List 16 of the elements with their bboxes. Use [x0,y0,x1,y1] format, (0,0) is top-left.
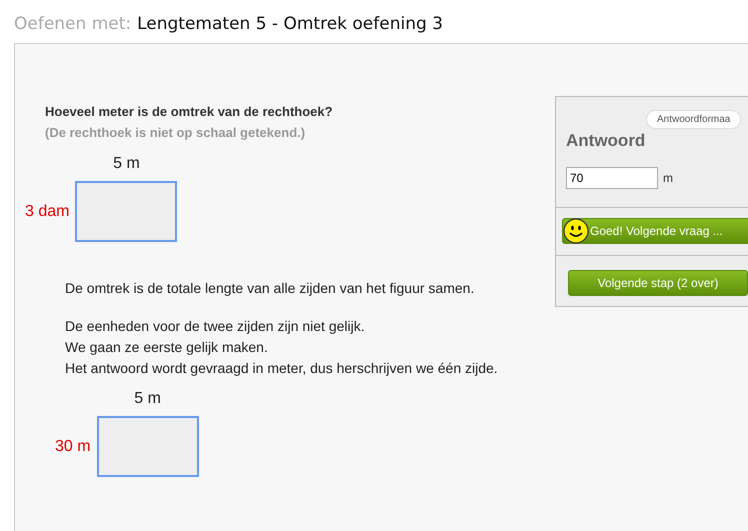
exercise-title: Lengtematen 5 - Omtrek oefening 3 [137,14,443,36]
explanation-line: De eenheden voor de twee zijden zijn niet gelijk. [65,318,366,334]
height-label: 3 dam [25,202,70,220]
question-note: (De rechthoek is niet op schaal getekend.) [45,125,306,140]
answer-title: Antwoord [566,131,646,151]
explanation-line: De omtrek is de totale lengte van alle zijden van het figuur samen. [65,280,476,296]
header-prefix: Oefenen met: [14,14,132,36]
unit-label: m [663,171,673,185]
height-label: 30 m [55,438,91,456]
explanation-line: We gaan ze eerste gelijk maken. [65,339,269,355]
question-text: Hoeveel meter is de omtrek van de rechthoek? [45,104,334,119]
answer-input[interactable]: 70 [566,167,658,189]
width-label: 5 m [134,390,161,408]
explanation-line: Het antwoord wordt gevraagd in meter, dus herschrijven we één zijde. [65,360,499,376]
answer-format-button[interactable]: Antwoordformaa [646,110,742,129]
width-label: 5 m [113,155,140,173]
